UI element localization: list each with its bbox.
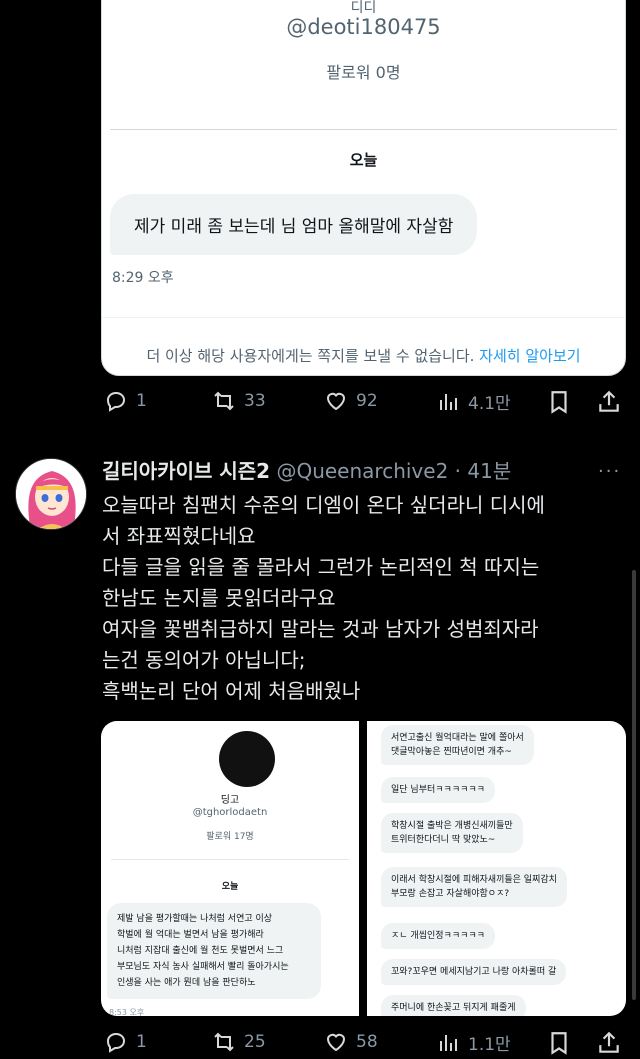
divider (102, 317, 625, 318)
tweet-time[interactable]: 41분 (467, 459, 511, 483)
like-count: 58 (356, 1032, 378, 1052)
repost-button[interactable]: 25 (212, 1030, 266, 1054)
view-count: 4.1만 (468, 394, 511, 414)
message-bubble: 꼬와?꼬우면 메세지남기고 나랑 아차롤떠 갈 (381, 959, 567, 985)
tweet-text: 오늘따라 침팬치 수준의 디엠이 온다 싶더라니 디시에 서 좌표찍혔다네요 다… (102, 490, 612, 707)
bookmark-button[interactable] (546, 1030, 572, 1056)
dm-user-followers: 팔로워 0명 (326, 63, 401, 82)
reply-count: 1 (136, 391, 147, 411)
attached-image-right[interactable]: 서연고출신 월억대라는 말에 쫄아서 댓글막아놓은 찐따년이면 개추~ 일단 님… (367, 721, 626, 1016)
reply-count: 1 (136, 1032, 147, 1052)
tweet-text-line: 서 좌표찍혔다네요 (102, 524, 256, 548)
like-count: 92 (356, 391, 378, 411)
message-line: 제발 남을 평가할때는 나처럼 서연고 이상 (117, 914, 273, 924)
tweet-text-line: 여자을 꽃뱀취급하지 말라는 것과 남자가 성범죄자라 (102, 617, 539, 641)
anime-girl-avatar-icon (16, 459, 86, 529)
views-chart-icon (440, 1034, 457, 1051)
views-button[interactable]: 4.1만 (436, 389, 511, 414)
tweet-text-line: 흑백논리 단어 어제 처음배웠나 (102, 679, 361, 703)
tweet-action-bar: 1 33 92 4.1만 (100, 389, 630, 419)
dm-user-handle: @tghorlodaetn (192, 807, 268, 818)
message-line: 인생을 사는 애가 뭔데 남을 판단하노 (117, 978, 256, 988)
more-options-button[interactable]: ··· (598, 461, 621, 482)
tweet-text-line: 다들 글을 읽을 줄 몰라서 그런가 논리적인 척 따지는 (102, 555, 540, 579)
tweet-text-line: 오늘따라 침팬치 수준의 디엠이 온다 싶더라니 디시에 (102, 493, 545, 517)
tweet-text-line: 는건 동의어가 아닙니다; (102, 648, 306, 672)
tweet-header: 길티아카이브 시즌2 @Queenarchive2 · 41분 (102, 455, 511, 484)
tweet-action-bar: 1 25 58 1.1만 (100, 1030, 630, 1059)
message-line: 니처럼 지잡대 출신에 월 천도 못벌면서 느그 (117, 946, 284, 956)
reply-icon (106, 1032, 126, 1053)
avatar (219, 731, 275, 787)
reply-button[interactable]: 1 (104, 1030, 147, 1054)
author-name[interactable]: 길티아카이브 시즌2 (102, 459, 270, 483)
message-bubble: 서연고출신 월억대라는 말에 쫄아서 댓글막아놓은 찐따년이면 개추~ (381, 725, 534, 765)
author-handle[interactable]: @Queenarchive2 (276, 459, 448, 483)
reply-icon (106, 391, 126, 412)
message-bubble: 제발 남을 평가할때는 나처럼 서연고 이상 학벌에 월 억대는 벌면서 남을 … (107, 903, 321, 999)
scrollbar[interactable] (632, 570, 636, 1000)
message-bubble: ㅈㄴ 개씹인정ㅋㅋㅋㅋㅋ (381, 923, 495, 949)
message-bubble: 학창시절 출박은 개병신새끼들만 트위터한다더니 딱 맞았노~ (381, 813, 523, 853)
dm-user-handle: @deoti180475 (286, 15, 441, 39)
bookmark-icon (551, 1032, 567, 1055)
reply-button[interactable]: 1 (104, 389, 147, 413)
like-button[interactable]: 58 (324, 1030, 378, 1054)
view-count: 1.1만 (468, 1035, 511, 1055)
message-bubble: 일단 님부터ㅋㅋㅋㅋㅋㅋ (381, 777, 495, 803)
bookmark-icon (551, 391, 567, 414)
day-separator: 오늘 (349, 151, 378, 169)
message-bubble: 주머니에 한손꽂고 뒤지게 패줄게 (381, 995, 526, 1016)
learn-more-link[interactable]: 자세히 알아보기 (479, 347, 580, 365)
repost-icon (214, 391, 234, 411)
day-separator: 오늘 (221, 882, 239, 892)
repost-count: 33 (244, 391, 266, 411)
tweet-text-line: 한남도 논지를 못읽더라구요 (102, 586, 336, 610)
heart-icon (326, 1033, 346, 1052)
share-icon (599, 390, 619, 412)
views-chart-icon (440, 393, 457, 410)
dm-user-followers: 팔로워 17명 (206, 832, 254, 842)
share-button[interactable] (596, 389, 622, 415)
attached-image-left[interactable]: 딩고 @tghorlodaetn 팔로워 17명 오늘 제발 남을 평가할때는 … (101, 721, 359, 1016)
repost-button[interactable]: 33 (212, 389, 266, 413)
dm-blocked-notice: 더 이상 해당 사용자에게는 쪽지를 보낼 수 없습니다. 자세히 알아보기 (102, 345, 625, 366)
notice-text: 더 이상 해당 사용자에게는 쪽지를 보낼 수 없습니다. (146, 347, 475, 365)
heart-icon (326, 392, 346, 411)
separator-dot: · (454, 459, 462, 483)
dm-screenshot-card[interactable]: 디디 @deoti180475 팔로워 0명 오늘 제가 미래 좀 보는데 님 … (101, 0, 626, 376)
like-button[interactable]: 92 (324, 389, 378, 413)
message-line: 학벌에 월 억대는 벌면서 남을 평가해라 (117, 930, 264, 940)
divider (110, 129, 617, 130)
dm-user-name: 딩고 (220, 795, 240, 806)
message-line: 부모님도 자식 농사 실패해서 빨리 돌아가시는 (117, 962, 289, 972)
share-icon (599, 1031, 619, 1053)
message-time: 8:53 오후 (109, 1008, 145, 1016)
repost-icon (214, 1032, 234, 1052)
views-button[interactable]: 1.1만 (436, 1030, 511, 1055)
repost-count: 25 (244, 1032, 266, 1052)
message-bubble: 이래서 학창시절에 피해자새끼들은 일찌감치 부모랑 손잡고 자살해야함ㅇㅈ? (381, 867, 567, 907)
message-time: 8:29 오후 (112, 270, 174, 286)
divider (111, 859, 349, 860)
bookmark-button[interactable] (546, 389, 572, 415)
avatar[interactable] (15, 458, 87, 530)
message-bubble: 제가 미래 좀 보는데 님 엄마 올해말에 자살함 (110, 194, 478, 255)
share-button[interactable] (596, 1030, 622, 1056)
